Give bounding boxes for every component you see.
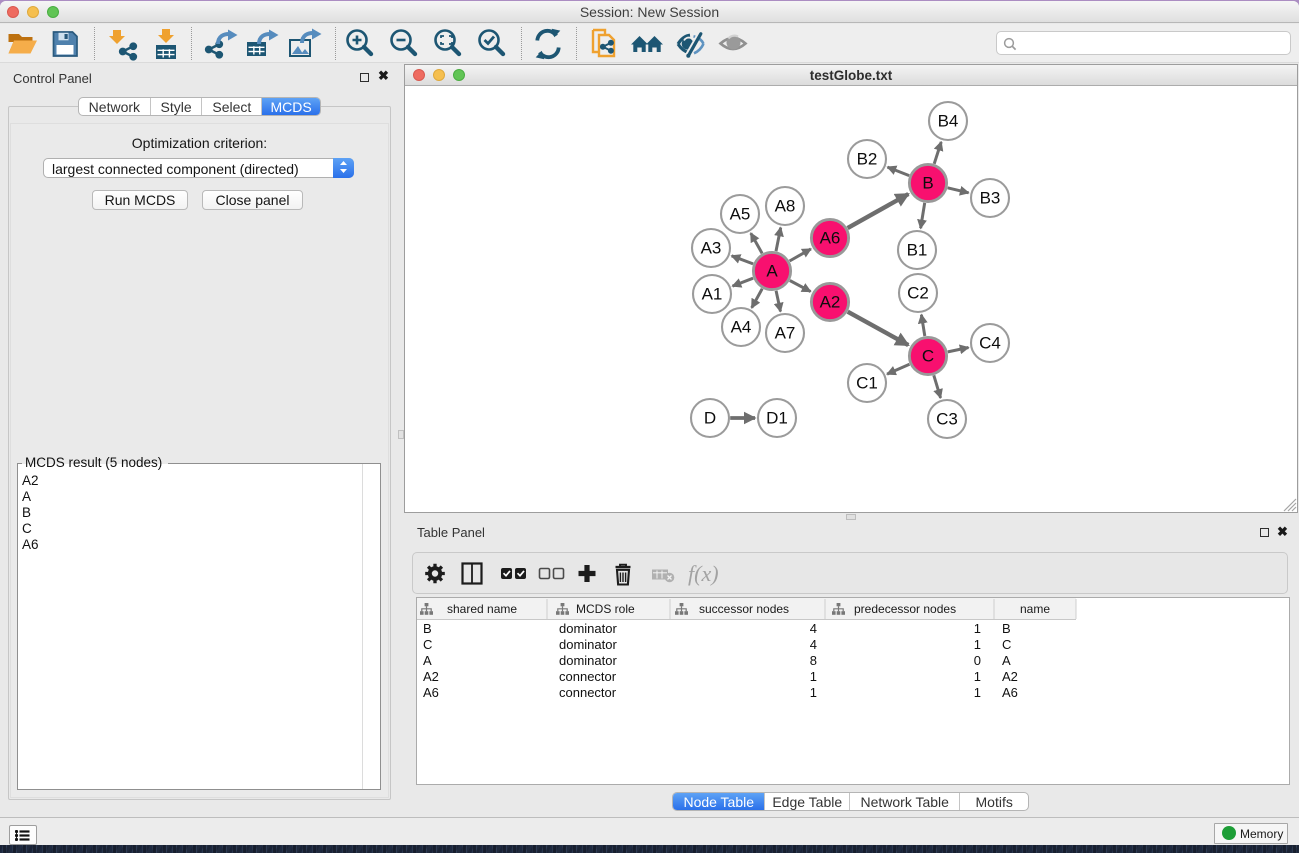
svg-text:C2: C2 (907, 284, 929, 303)
svg-text:A7: A7 (775, 324, 796, 343)
svg-text:C4: C4 (979, 334, 1001, 353)
svg-text:B: B (922, 174, 933, 193)
svg-text:C: C (922, 347, 934, 366)
svg-text:A3: A3 (701, 239, 722, 258)
svg-text:C3: C3 (936, 410, 958, 429)
svg-text:B3: B3 (980, 189, 1001, 208)
svg-text:A8: A8 (775, 197, 796, 216)
svg-text:A1: A1 (702, 285, 723, 304)
svg-text:B1: B1 (907, 241, 928, 260)
svg-text:D1: D1 (766, 409, 788, 428)
svg-text:A6: A6 (820, 229, 841, 248)
svg-text:A4: A4 (731, 318, 752, 337)
svg-text:f(x): f(x) (688, 561, 719, 586)
svg-text:A5: A5 (730, 205, 751, 224)
svg-text:A: A (766, 262, 778, 281)
svg-text:C1: C1 (856, 374, 878, 393)
svg-text:B2: B2 (857, 150, 878, 169)
svg-text:B4: B4 (938, 112, 959, 131)
svg-text:D: D (704, 409, 716, 428)
svg-text:A2: A2 (820, 293, 841, 312)
